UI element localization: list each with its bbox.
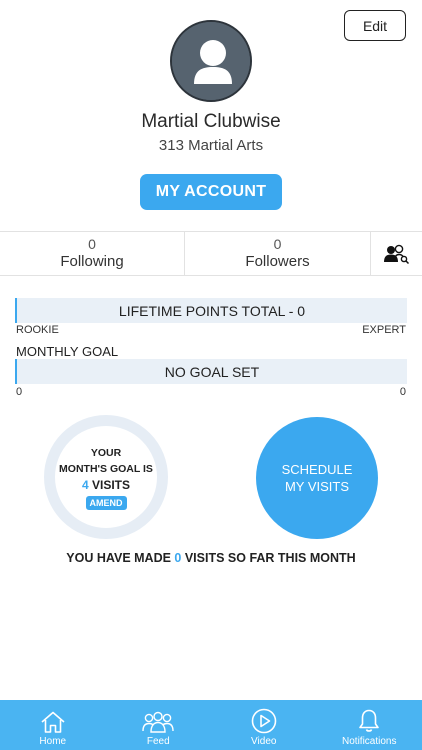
tab-feed[interactable]: Feed: [106, 700, 212, 750]
followers-label: Followers: [245, 253, 310, 270]
tab-notifications[interactable]: Notifications: [317, 700, 422, 750]
profile-name: Martial Clubwise: [141, 111, 281, 132]
find-users-button[interactable]: [371, 232, 422, 275]
goal-min-value: 0: [16, 386, 23, 398]
tab-video[interactable]: Video: [211, 700, 317, 750]
stats-row: 0 Following 0 Followers: [0, 231, 422, 276]
expert-label: EXPERT: [362, 324, 406, 336]
tab-feed-label: Feed: [146, 736, 170, 747]
followers-count: 0: [273, 236, 282, 252]
following-stat[interactable]: 0 Following: [0, 232, 185, 275]
schedule-line1: SCHEDULE: [281, 462, 353, 477]
lifetime-points-bar: LIFETIME POINTS TOTAL - 0: [15, 298, 407, 323]
my-account-button[interactable]: MY ACCOUNT: [140, 174, 282, 210]
tab-home-label: Home: [39, 736, 67, 747]
goal-max-value: 0: [399, 386, 406, 398]
visits-made-summary: YOU HAVE MADE 0 VISITS SO FAR THIS MONTH: [0, 551, 422, 565]
goal-line-your: YOUR: [90, 446, 122, 459]
goal-visits-word: VISITS: [88, 477, 131, 492]
tab-notifications-label: Notifications: [342, 736, 397, 747]
goal-line-month: MONTH'S GOAL IS: [59, 462, 153, 475]
visits-made-suffix: VISITS SO FAR THIS MONTH: [181, 551, 356, 565]
amend-button[interactable]: AMEND: [85, 495, 127, 510]
edit-button[interactable]: Edit: [344, 10, 406, 41]
followers-stat[interactable]: 0 Followers: [185, 232, 371, 275]
goal-visits-number: 4: [81, 477, 89, 492]
schedule-visits-button[interactable]: SCHEDULE MY VISITS: [256, 417, 378, 539]
bell-icon: [359, 709, 380, 732]
rookie-label: ROOKIE: [16, 324, 59, 336]
tab-home[interactable]: Home: [0, 700, 106, 750]
monthly-goal-circle: YOUR MONTH'S GOAL IS 4 VISITS AMEND: [44, 415, 168, 539]
monthly-goal-bar: NO GOAL SET: [15, 359, 407, 384]
home-icon: [41, 711, 65, 733]
goal-visits: 4 VISITS: [82, 477, 130, 494]
tab-video-label: Video: [251, 736, 277, 747]
club-name: 313 Martial Arts: [158, 137, 264, 154]
following-label: Following: [60, 253, 124, 270]
tab-bar: Home Feed Video Notifications: [0, 700, 422, 750]
following-count: 0: [88, 236, 96, 252]
avatar[interactable]: [170, 20, 252, 102]
schedule-line2: MY VISITS: [284, 479, 350, 494]
user-silhouette-icon: [172, 22, 250, 100]
user-search-icon: [383, 244, 409, 264]
monthly-goal-title: MONTHLY GOAL: [16, 344, 119, 359]
group-icon: [142, 711, 174, 733]
play-icon: [251, 708, 277, 734]
visits-made-prefix: YOU HAVE MADE: [66, 551, 175, 565]
